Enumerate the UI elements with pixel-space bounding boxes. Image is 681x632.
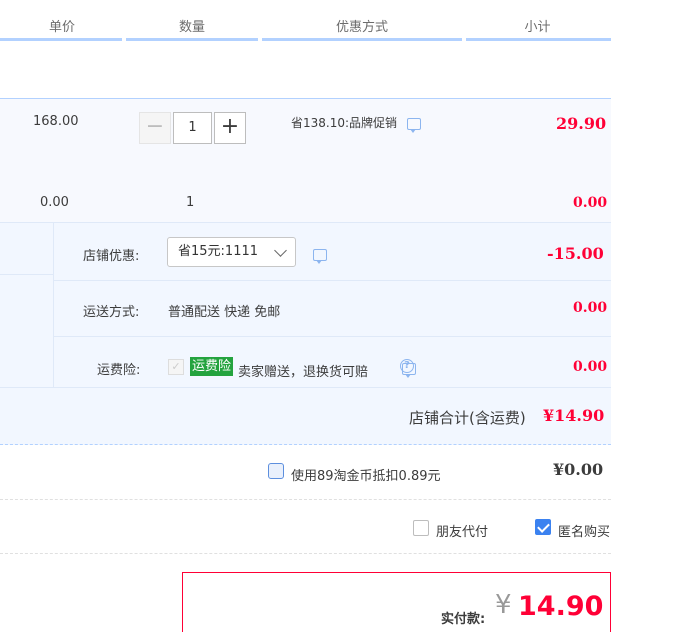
insurance-tag: 运费险 <box>190 357 234 376</box>
header-quantity: 数量 <box>178 20 205 35</box>
gift-quantity: 1 <box>186 195 195 210</box>
coins-value: ¥0.00 <box>553 460 604 479</box>
shop-discount-select-value: 省15元:1111 <box>178 244 259 259</box>
anonymous-label: 匿名购买 <box>558 525 611 540</box>
item-subtotal: 29.90 <box>556 114 607 133</box>
anonymous-checkbox[interactable] <box>535 519 551 535</box>
help-icon[interactable]: ? <box>400 359 414 373</box>
divider <box>0 553 611 554</box>
header-subtotal: 小计 <box>524 20 551 35</box>
qty-plus-button[interactable]: + <box>214 112 246 144</box>
promo-text: 省138.10:品牌促销 <box>291 116 398 130</box>
gift-subtotal: 0.00 <box>573 195 608 211</box>
insurance-value: 0.00 <box>573 359 608 375</box>
header-divider <box>262 38 462 41</box>
order-confirm-panel: 单价 数量 优惠方式 小计 168.00 − 1 + 省138.10:品牌促销 … <box>0 0 681 632</box>
header-discount: 优惠方式 <box>335 20 388 35</box>
shop-total-label: 店铺合计(含运费) <box>409 409 526 427</box>
header-unit-price: 单价 <box>48 20 75 35</box>
divider <box>0 499 611 500</box>
chat-icon[interactable] <box>406 117 421 133</box>
divider <box>0 274 54 275</box>
qty-minus-button[interactable]: − <box>139 112 171 144</box>
shop-discount-label: 店铺优惠: <box>83 249 140 264</box>
header-divider <box>466 38 611 41</box>
chevron-down-icon <box>274 244 287 257</box>
coins-checkbox[interactable] <box>268 463 284 479</box>
gift-unit-price: 0.00 <box>40 195 69 210</box>
pay-currency: ¥ <box>495 590 512 620</box>
table-header: 单价 数量 优惠方式 小计 <box>0 0 611 41</box>
insurance-checkbox: ✓ <box>168 359 184 375</box>
qty-input[interactable]: 1 <box>173 112 212 144</box>
header-divider <box>126 38 258 41</box>
item-unit-price: 168.00 <box>33 114 79 129</box>
divider <box>54 280 611 281</box>
shipping-label: 运送方式: <box>83 305 140 320</box>
chat-icon[interactable] <box>313 248 327 264</box>
item-promo: 省138.10:品牌促销 <box>291 114 421 133</box>
insurance-label: 运费险: <box>97 363 141 378</box>
insurance-text: 卖家赠送，退换货可赔 <box>238 365 369 380</box>
shop-discount-value: -15.00 <box>547 244 604 263</box>
shipping-method: 普通配送 快递 免邮 <box>168 305 281 320</box>
shop-left-column <box>0 222 54 387</box>
shipping-value: 0.00 <box>573 300 608 316</box>
pay-amount: 14.90 <box>518 591 604 622</box>
shop-total-value: ¥14.90 <box>543 406 605 425</box>
shop-discount-select[interactable]: 省15元:1111 <box>167 237 296 267</box>
divider <box>54 336 611 337</box>
header-divider <box>0 38 122 41</box>
pay-label: 实付款: <box>441 612 486 627</box>
friend-pay-label: 朋友代付 <box>436 525 489 540</box>
friend-pay-checkbox[interactable] <box>413 520 429 536</box>
coins-label: 使用89淘金币抵扣0.89元 <box>291 469 441 484</box>
